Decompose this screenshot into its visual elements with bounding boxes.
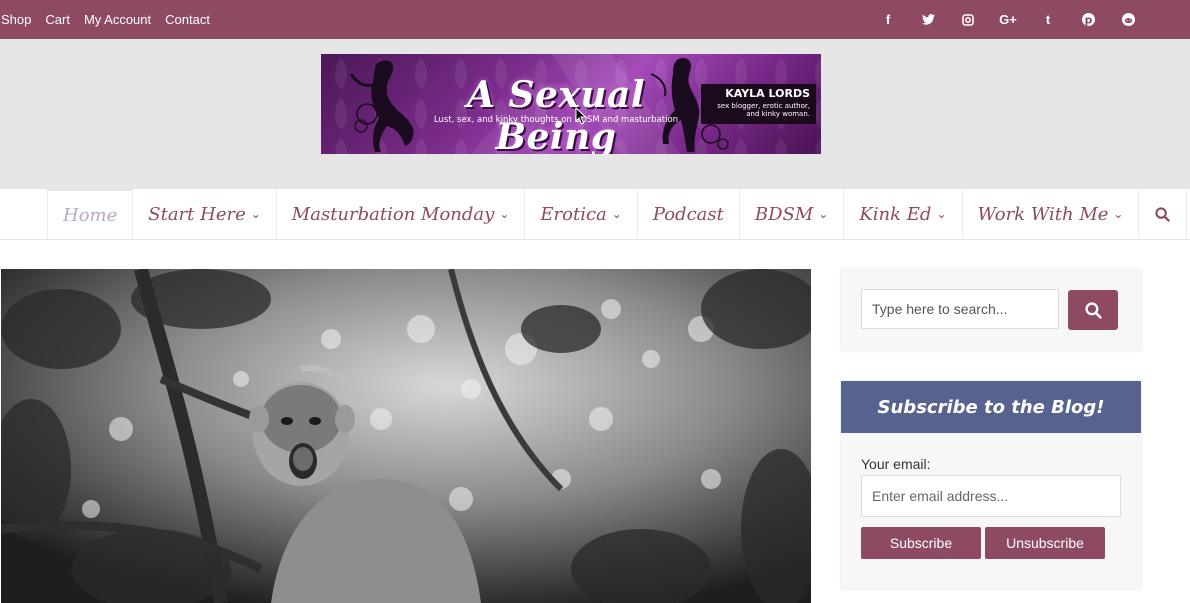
chevron-down-icon: ⌄ [499, 207, 510, 221]
tumblr-icon[interactable]: t [1028, 12, 1068, 27]
chevron-down-icon: ⌄ [1113, 207, 1124, 221]
banner-author-box: KAYLA LORDS sex blogger, erotic author, … [701, 84, 816, 124]
subscribe-button[interactable]: Subscribe [861, 527, 981, 559]
top-link-my-account[interactable]: My Account [84, 12, 151, 27]
site-banner-logo[interactable]: A Sexual Being Lust, sex, and kinky thou… [321, 54, 821, 154]
banner-author: KAYLA LORDS [725, 87, 810, 100]
banner-title: A Sexual Being [466, 74, 645, 154]
banner-tagline: Lust, sex, and kinky thoughts on BDSM an… [433, 115, 679, 125]
nav-item-kink-ed[interactable]: Kink Ed ⌄ [843, 189, 961, 239]
top-links: Shop Cart My Account Contact [1, 0, 224, 39]
nav-item-masturbation-monday[interactable]: Masturbation Monday ⌄ [275, 189, 525, 239]
instagram-icon[interactable] [948, 13, 988, 26]
top-link-cart[interactable]: Cart [45, 12, 70, 27]
mouse-cursor-icon [575, 107, 587, 125]
email-field[interactable] [861, 475, 1121, 517]
featured-image[interactable] [1, 269, 811, 603]
google-plus-icon[interactable]: G+ [988, 12, 1028, 27]
search-button[interactable] [1068, 290, 1118, 330]
nav-list: Home Start Here ⌄ Masturbation Monday ⌄ … [47, 189, 1188, 239]
nav-item-label: Home [63, 204, 118, 226]
chevron-down-icon: ⌄ [936, 207, 947, 221]
nav-item-label: Kink Ed [859, 203, 932, 225]
twitter-icon[interactable] [908, 14, 948, 25]
nav-item-label: Erotica [540, 203, 607, 225]
search-icon [1155, 206, 1171, 222]
reddit-icon[interactable] [1108, 13, 1148, 26]
facebook-icon[interactable]: f [868, 12, 908, 27]
nav-item-work-with-me[interactable]: Work With Me ⌄ [961, 189, 1139, 239]
nav-item-start-here[interactable]: Start Here ⌄ [132, 189, 276, 239]
nav-item-label: Masturbation Monday [291, 203, 495, 225]
top-bar: Shop Cart My Account Contact f G+ t p [0, 0, 1190, 39]
header: A Sexual Being Lust, sex, and kinky thou… [0, 39, 1190, 189]
nav-item-label: Podcast [652, 203, 724, 225]
chevron-down-icon: ⌄ [250, 207, 261, 221]
subscribe-title: Subscribe to the Blog! [841, 381, 1141, 433]
top-link-contact[interactable]: Contact [165, 12, 210, 27]
monkey-photo [1, 269, 811, 603]
svg-text:p: p [1084, 13, 1092, 26]
nav-item-bdsm[interactable]: BDSM ⌄ [738, 189, 843, 239]
nav-search-button[interactable] [1138, 189, 1188, 239]
main-nav: Home Start Here ⌄ Masturbation Monday ⌄ … [0, 189, 1190, 240]
chevron-down-icon: ⌄ [818, 207, 829, 221]
top-link-shop[interactable]: Shop [1, 12, 31, 27]
banner-author-desc: sex blogger, erotic author, and kinky wo… [717, 102, 810, 118]
nav-item-label: BDSM [754, 203, 814, 225]
search-input[interactable] [861, 289, 1059, 329]
social-icons: f G+ t p [868, 0, 1148, 39]
sidebar-search-widget [841, 269, 1141, 351]
nav-item-podcast[interactable]: Podcast [636, 189, 739, 239]
subscribe-widget: Subscribe to the Blog! Your email: Subsc… [841, 381, 1141, 589]
pinterest-icon[interactable]: p [1068, 13, 1108, 26]
nav-item-erotica[interactable]: Erotica ⌄ [524, 189, 636, 239]
nav-item-home[interactable]: Home [47, 189, 133, 239]
unsubscribe-button[interactable]: Unsubscribe [985, 527, 1105, 559]
chevron-down-icon: ⌄ [611, 207, 622, 221]
nav-item-label: Work With Me [977, 203, 1109, 225]
search-icon [1084, 301, 1102, 319]
nav-item-label: Start Here [148, 203, 246, 225]
email-label: Your email: [861, 456, 931, 472]
